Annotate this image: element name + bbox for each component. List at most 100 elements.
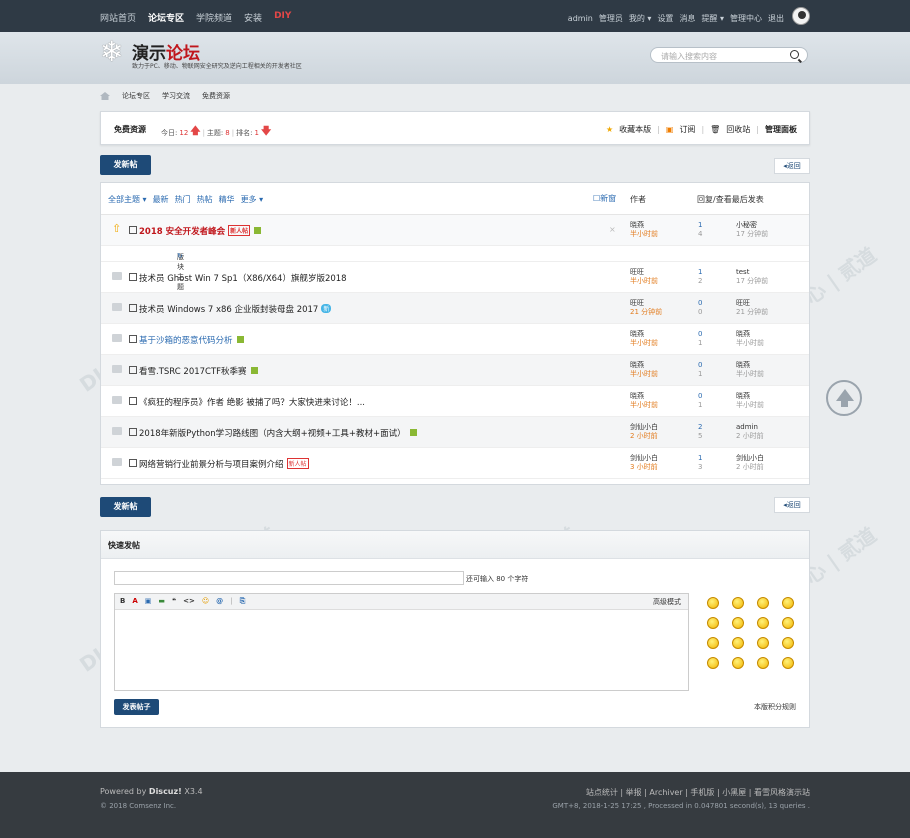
thread-author[interactable]: 晓燕 半小时前: [630, 392, 658, 410]
thread-last-post[interactable]: test 17 分钟前: [736, 268, 768, 286]
thread-checkbox[interactable]: [129, 397, 137, 405]
refresh-icon[interactable]: ↻: [177, 252, 183, 260]
thread-title[interactable]: 基于沙箱的恶意代码分析: [139, 334, 244, 346]
smiley-icon[interactable]: [732, 617, 744, 629]
thread-row[interactable]: 基于沙箱的恶意代码分析 晓燕 半小时前 0 1 晓燕 半小时前: [101, 324, 809, 355]
breadcrumb-item[interactable]: 免费资源: [202, 91, 230, 101]
user-group[interactable]: 管理员: [599, 13, 623, 24]
back-button[interactable]: ◂返回: [774, 158, 810, 174]
font-color-icon[interactable]: A: [132, 597, 137, 606]
mention-icon[interactable]: @: [216, 597, 223, 606]
subscribe-link[interactable]: 订阅: [679, 124, 695, 135]
close-icon[interactable]: ×: [609, 225, 616, 234]
attachment-icon[interactable]: ⎘: [240, 597, 246, 606]
thread-author[interactable]: 晓燕 半小时前: [630, 221, 658, 239]
smiley-icon[interactable]: [707, 617, 719, 629]
logout-link[interactable]: 退出: [768, 13, 784, 24]
thread-row[interactable]: 技术员 Windows 7 x86 企业版封装母盘 2017 新 旺旺 21 分钟前 0…: [101, 293, 809, 324]
filter-all[interactable]: 全部主题 ▾: [108, 194, 147, 205]
thread-last-post[interactable]: 小秘密 17 分钟前: [736, 221, 768, 239]
smiley-icon[interactable]: [782, 617, 794, 629]
thread-row[interactable]: 网络营销行业前景分析与项目案例介绍 新人帖 剑仙小白 3 小时前 1 3 剑仙小白 2 小时前: [101, 448, 809, 479]
thread-title[interactable]: 网络营销行业前景分析与项目案例介绍 新人帖: [139, 458, 309, 470]
smiley-icon[interactable]: [757, 637, 769, 649]
thread-last-post[interactable]: 晓燕 半小时前: [736, 361, 764, 379]
breadcrumb-item[interactable]: 学习交流: [162, 91, 190, 101]
thread-last-post[interactable]: 剑仙小白 2 小时前: [736, 454, 764, 472]
credit-rules-link[interactable]: 本版积分规则: [754, 702, 796, 712]
my-menu[interactable]: 我的 ▾: [629, 13, 652, 24]
thread-title[interactable]: 2018 安全开发者峰会 新人帖: [139, 225, 262, 237]
smiley-icon[interactable]: [757, 657, 769, 669]
thread-checkbox[interactable]: [129, 428, 137, 436]
nav-forum[interactable]: 论坛专区: [148, 11, 184, 24]
thread-author[interactable]: 晓燕 半小时前: [630, 330, 658, 348]
manage-panel-link[interactable]: 管理面板: [765, 124, 797, 135]
thread-last-post[interactable]: admin 2 小时前: [736, 423, 764, 441]
search-icon[interactable]: [790, 50, 799, 59]
filter-more[interactable]: 更多 ▾: [241, 194, 264, 205]
thread-row[interactable]: ⇧ 2018 安全开发者峰会 新人帖 × 晓燕 半小时前 1 4 小秘密 17 分钟前: [101, 215, 809, 246]
nav-academy[interactable]: 学院频道: [196, 11, 232, 24]
thread-title[interactable]: 技术员 Windows 7 x86 企业版封装母盘 2017 新: [139, 303, 332, 315]
thread-title[interactable]: 看雪.TSRC 2017CTF秋季赛: [139, 365, 258, 377]
new-post-button-bottom[interactable]: 发新帖: [100, 497, 151, 517]
messages-link[interactable]: 消息: [679, 13, 695, 24]
smiley-icon[interactable]: [732, 657, 744, 669]
nav-diy[interactable]: DIY: [274, 11, 291, 24]
settings-link[interactable]: 设置: [657, 13, 673, 24]
smiley-icon[interactable]: [782, 657, 794, 669]
subject-input[interactable]: [114, 571, 464, 585]
scroll-to-top-button[interactable]: [826, 380, 862, 416]
thread-checkbox[interactable]: [129, 459, 137, 467]
back-button-bottom[interactable]: ◂返回: [774, 497, 810, 513]
thread-row[interactable]: 技术员 Ghost Win 7 Sp1（X86/X64）旗舰岁版2018 旺旺 半小…: [101, 262, 809, 293]
thread-checkbox[interactable]: [129, 335, 137, 343]
filter-hot[interactable]: 热门: [175, 194, 191, 205]
thread-last-post[interactable]: 旺旺 21 分钟前: [736, 299, 768, 317]
footer-links[interactable]: 站点统计 | 举报 | Archiver | 手机版 | 小黑屋 | 看雪风格演…: [586, 787, 810, 798]
thread-last-post[interactable]: 晓燕 半小时前: [736, 330, 764, 348]
thread-title[interactable]: 《疯狂的程序员》作者 绝影 被捕了吗？大家快进来讨论！...: [139, 396, 365, 408]
smiley-icon[interactable]: [707, 657, 719, 669]
quote-icon[interactable]: ❝: [172, 597, 176, 606]
nav-install[interactable]: 安装: [244, 11, 262, 24]
smiley-icon[interactable]: [782, 597, 794, 609]
search-input[interactable]: 请输入搜索内容: [650, 47, 808, 63]
thread-author[interactable]: 旺旺 半小时前: [630, 268, 658, 286]
smiley-icon[interactable]: [782, 637, 794, 649]
image-icon[interactable]: ▣: [145, 597, 152, 606]
smiley-icon[interactable]: [757, 617, 769, 629]
home-icon[interactable]: [100, 92, 110, 100]
post-editor[interactable]: B A ▣ ▬ ❝ <> ☺ @ | ⎘ 高级模式: [114, 593, 689, 691]
smiley-icon[interactable]: ☺: [202, 597, 209, 606]
thread-author[interactable]: 剑仙小白 3 小时前: [630, 454, 658, 472]
snowflake-logo-icon[interactable]: ❄: [100, 38, 123, 66]
recycle-bin-link[interactable]: 回收站: [726, 124, 750, 135]
thread-author[interactable]: 晓燕 半小时前: [630, 361, 658, 379]
thread-row[interactable]: 看雪.TSRC 2017CTF秋季赛 晓燕 半小时前 0 1 晓燕 半小时前: [101, 355, 809, 386]
link-icon[interactable]: ▬: [158, 597, 165, 606]
filter-digest[interactable]: 精华: [219, 194, 235, 205]
thread-title[interactable]: 2018年新版Python学习路线图（内含大纲+视频+工具+教材+面试）: [139, 427, 417, 439]
submit-post-button[interactable]: 发表帖子: [114, 699, 159, 715]
breadcrumb-item[interactable]: 论坛专区: [122, 91, 150, 101]
admin-center-link[interactable]: 管理中心: [730, 13, 762, 24]
smiley-icon[interactable]: [757, 597, 769, 609]
user-name[interactable]: admin: [568, 14, 593, 23]
thread-row[interactable]: 2018年新版Python学习路线图（内含大纲+视频+工具+教材+面试） 剑仙小白…: [101, 417, 809, 448]
new-window-checkbox[interactable]: ☐新窗: [593, 193, 616, 204]
thread-checkbox[interactable]: [129, 226, 137, 234]
avatar[interactable]: [792, 7, 810, 25]
thread-author[interactable]: 剑仙小白 2 小时前: [630, 423, 658, 441]
notice-menu[interactable]: 提醒 ▾: [701, 13, 724, 24]
bold-icon[interactable]: B: [120, 597, 125, 606]
smiley-icon[interactable]: [707, 597, 719, 609]
advanced-mode-link[interactable]: 高级模式: [653, 597, 681, 607]
thread-last-post[interactable]: 晓燕 半小时前: [736, 392, 764, 410]
thread-row[interactable]: 《疯狂的程序员》作者 绝影 被捕了吗？大家快进来讨论！... 晓燕 半小时前 0 1 晓燕…: [101, 386, 809, 417]
thread-checkbox[interactable]: [129, 366, 137, 374]
thread-checkbox[interactable]: [129, 304, 137, 312]
nav-home[interactable]: 网站首页: [100, 11, 136, 24]
favorite-forum-link[interactable]: 收藏本版: [619, 124, 651, 135]
